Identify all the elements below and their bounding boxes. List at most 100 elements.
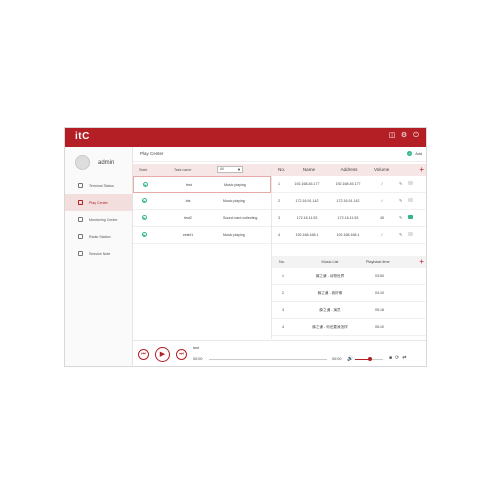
sidebar-item-radio-station[interactable]: Radio Station bbox=[65, 228, 132, 245]
terminal-icon bbox=[78, 183, 83, 188]
loop-icon[interactable]: ⟳ bbox=[395, 355, 399, 361]
add-task-button[interactable]: + Add bbox=[407, 151, 422, 156]
task-name: bts bbox=[185, 199, 191, 203]
sidebar-item-label: Play Center bbox=[89, 200, 108, 205]
device-name: 172.16.11.53 bbox=[296, 216, 318, 220]
current-time: 00:00 bbox=[193, 357, 203, 361]
username: admin bbox=[98, 159, 115, 166]
sidebar-nav: Terminal Status Play Center Monitoring C… bbox=[65, 177, 132, 262]
device-address: 192.168.168.1 bbox=[336, 233, 360, 237]
device-volume: / bbox=[381, 182, 383, 186]
music-list: No. Music List Playback time + 1 薛之谦 - 动… bbox=[272, 256, 427, 340]
stop-icon[interactable]: ■ bbox=[389, 355, 392, 361]
filter-value: All bbox=[220, 167, 224, 171]
sidebar-item-label: Session Note bbox=[89, 251, 111, 256]
edit-icon[interactable]: ✎ bbox=[399, 215, 402, 220]
page-header: Play Center + Add bbox=[133, 147, 426, 162]
user-profile[interactable]: admin bbox=[75, 155, 114, 170]
device-row[interactable]: 1 192.168.45.177 192.168.45.177 / ✎ bbox=[272, 176, 426, 193]
sidebar-item-play-center[interactable]: Play Center bbox=[65, 194, 132, 211]
device-volume: 45 bbox=[380, 216, 384, 220]
device-table-header: No. Name Address Volume + bbox=[272, 164, 426, 176]
task-row[interactable]: ▶ test2 Sound card collecting bbox=[133, 210, 271, 227]
monitor-icon[interactable] bbox=[408, 198, 413, 202]
previous-button[interactable]: ⏮ bbox=[138, 349, 149, 360]
music-time: 03:50 bbox=[375, 274, 384, 278]
add-music-button[interactable]: + bbox=[419, 257, 424, 267]
task-name: test2 bbox=[184, 216, 192, 220]
device-name: 192.168.45.177 bbox=[294, 182, 320, 186]
power-icon[interactable]: ⏻ bbox=[412, 132, 420, 140]
play-icon[interactable]: ▶ bbox=[143, 182, 148, 187]
play-icon[interactable]: ▶ bbox=[142, 232, 147, 237]
edit-icon[interactable]: ✎ bbox=[399, 198, 402, 203]
add-device-button[interactable]: + bbox=[419, 165, 424, 175]
play-center-icon bbox=[78, 200, 83, 205]
edit-icon[interactable]: ✎ bbox=[399, 232, 402, 237]
volume-header: Volume bbox=[374, 167, 390, 172]
avatar bbox=[75, 155, 90, 170]
monitor-icon[interactable] bbox=[408, 181, 413, 185]
music-row[interactable]: 4 薛之谦 - 你还要我怎样 05:10 bbox=[272, 319, 426, 336]
app-window: itC ◫ ⚙ ⏻ admin Terminal Status Play Cen… bbox=[64, 127, 427, 367]
music-row[interactable]: 1 薛之谦 - 动物世界 03:50 bbox=[272, 268, 426, 285]
player-bar: ⏮ ▶ ⏭ test 00:00 00:00 🔊 ■ ⟳ ⇄ bbox=[133, 340, 426, 366]
music-no: 3 bbox=[282, 308, 284, 312]
play-icon[interactable]: ▶ bbox=[142, 215, 147, 220]
device-address: 172.16.11.53 bbox=[337, 216, 359, 220]
device-row[interactable]: 3 172.16.11.53 172.16.11.53 45 ✎ bbox=[272, 210, 426, 227]
music-no: 2 bbox=[282, 291, 284, 295]
progress-slider[interactable] bbox=[209, 359, 327, 360]
gear-icon[interactable]: ⚙ bbox=[400, 132, 408, 140]
edit-icon[interactable]: ✎ bbox=[399, 181, 402, 186]
music-list-scrollbar[interactable] bbox=[426, 268, 427, 328]
task-status: Music playing bbox=[223, 199, 245, 203]
music-time: 04:10 bbox=[375, 291, 384, 295]
music-row[interactable]: 2 薛之谦 - 我好像 04:10 bbox=[272, 285, 426, 302]
plus-circle-icon: + bbox=[407, 151, 413, 156]
task-name: test bbox=[186, 183, 192, 187]
task-row[interactable]: ▶ ceshi1 Music playing bbox=[133, 227, 271, 244]
headphones-icon bbox=[78, 217, 83, 222]
radio-icon bbox=[78, 234, 83, 239]
music-row[interactable]: 3 薛之谦 - 演员 05:18 bbox=[272, 302, 426, 319]
music-name: 薛之谦 - 你还要我怎样 bbox=[312, 325, 348, 329]
task-list-header: State Task name All ▼ bbox=[133, 164, 271, 176]
task-filter-select[interactable]: All ▼ bbox=[217, 166, 243, 173]
music-time: 05:10 bbox=[375, 325, 384, 329]
task-status: Sound card collecting bbox=[223, 216, 258, 220]
task-status: Music playing bbox=[224, 183, 246, 187]
sidebar-item-session-note[interactable]: Session Note bbox=[65, 245, 132, 262]
title-bar: itC ◫ ⚙ ⏻ bbox=[65, 128, 426, 147]
device-row[interactable]: 4 192.168.168.1 192.168.168.1 / ✎ bbox=[272, 227, 426, 244]
sidebar-item-monitoring-center[interactable]: Monitoring Center bbox=[65, 211, 132, 228]
play-icon[interactable]: ▶ bbox=[142, 198, 147, 203]
monitor-icon[interactable] bbox=[408, 232, 413, 236]
task-name: ceshi1 bbox=[182, 233, 194, 237]
volume-knob[interactable] bbox=[368, 357, 373, 361]
add-label: Add bbox=[415, 151, 422, 156]
next-button[interactable]: ⏭ bbox=[176, 349, 187, 360]
trash-icon[interactable]: ◫ bbox=[388, 132, 396, 140]
main-panel: Play Center + Add State Task name All ▼ … bbox=[133, 147, 427, 366]
address-header: Address bbox=[340, 167, 358, 172]
device-volume: / bbox=[381, 233, 383, 237]
task-row[interactable]: ▶ test Music playing bbox=[133, 176, 271, 193]
shuffle-icon[interactable]: ⇄ bbox=[402, 355, 406, 361]
state-header: State bbox=[139, 168, 148, 172]
monitor-icon[interactable] bbox=[408, 215, 413, 219]
device-row[interactable]: 2 172.16.91.142 172.16.91.142 / ✎ bbox=[272, 193, 426, 210]
page-title: Play Center bbox=[140, 151, 164, 156]
device-no: 4 bbox=[278, 233, 280, 237]
device-no: 1 bbox=[278, 182, 280, 186]
chevron-down-icon: ▼ bbox=[237, 167, 241, 172]
task-row[interactable]: ▶ bts Music playing bbox=[133, 193, 271, 210]
volume-icon[interactable]: 🔊 bbox=[347, 356, 353, 362]
device-address: 192.168.45.177 bbox=[335, 182, 361, 186]
volume-slider[interactable] bbox=[355, 357, 383, 361]
device-address: 172.16.91.142 bbox=[336, 199, 360, 203]
device-volume: / bbox=[381, 199, 383, 203]
play-button[interactable]: ▶ bbox=[155, 347, 170, 362]
music-name: 薛之谦 - 我好像 bbox=[317, 291, 343, 295]
sidebar-item-terminal-status[interactable]: Terminal Status bbox=[65, 177, 132, 194]
